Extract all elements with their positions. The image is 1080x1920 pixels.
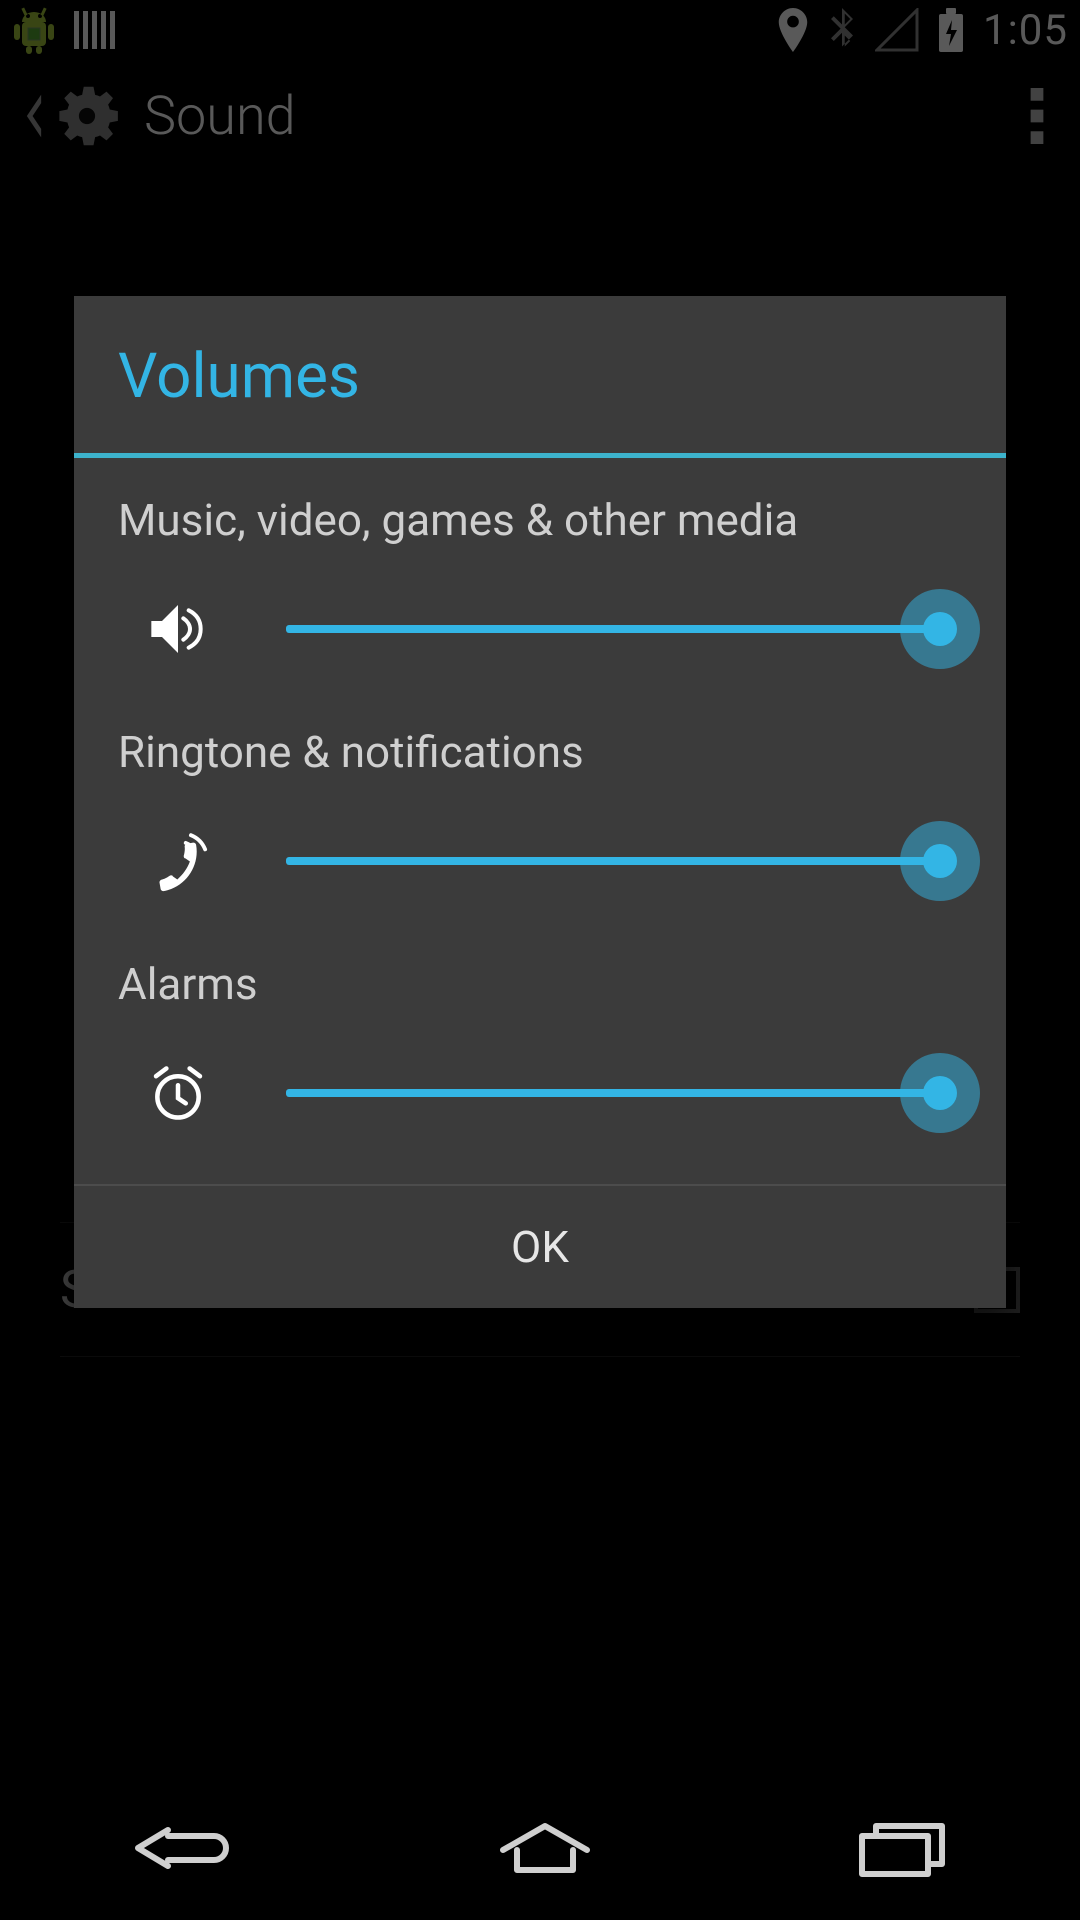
volume-section-media: Music, video, games & other media	[118, 494, 962, 664]
back-caret-icon[interactable]	[24, 94, 44, 138]
ok-button[interactable]: OK	[511, 1221, 569, 1273]
slider-track	[286, 625, 940, 633]
barcode-icon	[74, 9, 116, 51]
slider-track	[286, 857, 940, 865]
overflow-menu-icon[interactable]	[1030, 88, 1044, 144]
battery-charging-icon	[937, 8, 965, 52]
signal-icon	[875, 8, 919, 52]
nav-home-icon[interactable]	[495, 1820, 595, 1876]
alarm-clock-icon	[138, 1064, 218, 1122]
media-volume-label: Music, video, games & other media	[118, 494, 962, 546]
alarm-volume-slider[interactable]	[286, 1058, 962, 1128]
android-debug-icon	[12, 6, 56, 54]
dialog-body: Music, video, games & other media	[74, 458, 1006, 1184]
ringtone-volume-label: Ringtone & notifications	[118, 726, 962, 778]
volume-section-ringtone: Ringtone & notifications	[118, 726, 962, 896]
location-icon	[777, 8, 809, 52]
slider-track	[286, 1089, 940, 1097]
media-volume-slider[interactable]	[286, 594, 962, 664]
alarm-volume-label: Alarms	[118, 958, 962, 1010]
slider-thumb[interactable]	[923, 1076, 957, 1110]
page-title: Sound	[144, 85, 296, 148]
status-bar: 1:05	[0, 0, 1080, 60]
volumes-dialog: Volumes Music, video, games & other medi…	[74, 296, 1006, 1308]
volume-section-alarm: Alarms	[118, 958, 962, 1128]
action-bar: Sound	[0, 60, 1080, 172]
nav-back-icon[interactable]	[128, 1818, 238, 1878]
dialog-footer: OK	[74, 1184, 1006, 1308]
speaker-icon	[138, 601, 218, 657]
settings-gear-icon[interactable]	[48, 77, 126, 155]
nav-recents-icon[interactable]	[852, 1818, 952, 1878]
phone-ring-icon	[138, 830, 218, 892]
status-clock: 1:05	[983, 6, 1068, 55]
bluetooth-icon	[827, 8, 857, 52]
slider-thumb[interactable]	[923, 844, 957, 878]
ringtone-volume-slider[interactable]	[286, 826, 962, 896]
status-left-icons	[12, 6, 116, 54]
status-right-icons: 1:05	[777, 6, 1068, 55]
slider-thumb[interactable]	[923, 612, 957, 646]
setting-row-placeholder	[60, 1356, 1020, 1490]
dialog-header: Volumes	[74, 296, 1006, 458]
dialog-title: Volumes	[118, 340, 962, 413]
system-navigation-bar	[0, 1776, 1080, 1920]
